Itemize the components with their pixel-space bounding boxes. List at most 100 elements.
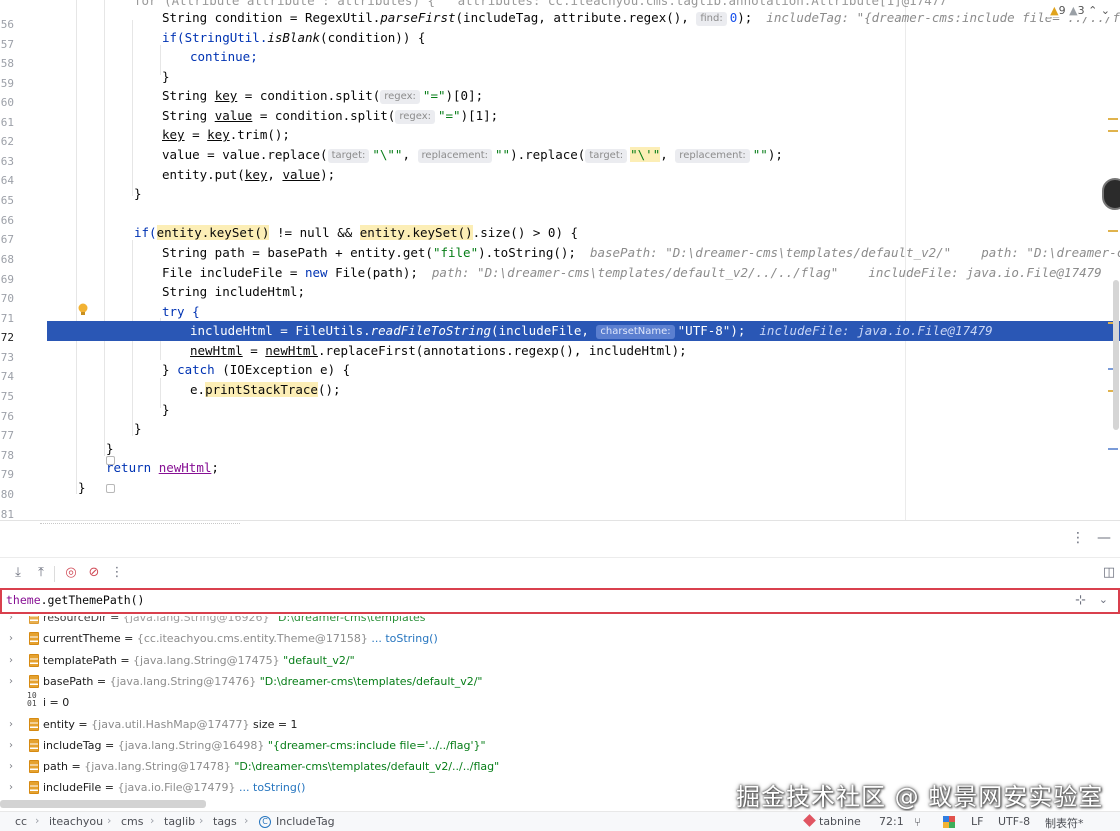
code-line-73[interactable]: newHtml = newHtml.replaceFirst(annotatio… [190, 341, 1108, 361]
expand-chevron-icon[interactable]: › [9, 756, 13, 777]
variable-row[interactable]: 10 01 i = 0 [0, 692, 1120, 713]
breadcrumb-item[interactable]: taglib [164, 815, 195, 828]
chevron-down-icon[interactable]: ⌄ [1099, 593, 1108, 606]
code-editor[interactable]: 56 57 58 59 60 61 62 63 64 65 66 67 68 69 70 71 72 73 74 75… [0, 0, 1120, 520]
git-branch-icon[interactable]: ⑂ [914, 815, 921, 829]
code-line-62[interactable]: key = key.trim(); [162, 125, 1108, 145]
layout-settings-icon[interactable]: ◫ [1100, 564, 1118, 582]
chevron-up-icon[interactable]: ⌃ [1088, 4, 1097, 17]
code-line-74[interactable]: } catch (IOException e) { [162, 360, 1108, 380]
line-number[interactable]: 79 [0, 468, 14, 481]
expand-chevron-icon[interactable]: › [9, 714, 13, 735]
variable-row[interactable]: › resourceDir = {java.lang.String@16926} … [0, 616, 1120, 628]
lightbulb-icon[interactable] [77, 303, 89, 317]
variable-row[interactable]: › includeTag = {java.lang.String@16498} "… [0, 735, 1120, 756]
variable-row[interactable]: › path = {java.lang.String@17478} "D:\dre… [0, 756, 1120, 777]
code-line-64[interactable]: entity.put(key, value); [162, 165, 1108, 185]
mute-breakpoints-icon[interactable]: ⊘ [85, 564, 103, 582]
line-number[interactable]: 73 [0, 351, 14, 364]
expand-chevron-icon[interactable]: › [9, 616, 13, 628]
line-number-gutter[interactable]: 56 57 58 59 60 61 62 63 64 65 66 67 68 69 70 71 72 73 74 75… [0, 0, 46, 520]
line-separator[interactable]: LF [971, 815, 983, 828]
breadcrumb-item[interactable]: cc [15, 815, 27, 828]
line-number[interactable]: 61 [0, 116, 14, 129]
code-line-75[interactable]: e.printStackTrace(); [190, 380, 1108, 400]
breadcrumb-item[interactable]: tags [213, 815, 237, 828]
line-number[interactable]: 59 [0, 77, 14, 90]
more-options-icon[interactable]: ⋮ [1071, 530, 1085, 546]
code-line-79[interactable]: return newHtml; [106, 458, 1108, 478]
code-line-69[interactable]: File includeFile = new File(path); path: … [162, 263, 1108, 283]
line-number[interactable]: 56 [0, 18, 14, 31]
line-number[interactable]: 65 [0, 194, 14, 207]
variable-row[interactable]: › currentTheme = {cc.iteachyou.cms.entity… [0, 628, 1120, 649]
line-number[interactable]: 71 [0, 312, 14, 325]
expand-chevron-icon[interactable]: › [9, 628, 13, 649]
code-line-59[interactable]: } [162, 67, 1108, 87]
code-line-60[interactable]: String key = condition.split(regex: "=")[… [162, 86, 1108, 106]
editor-scrollbar-thumb[interactable] [1113, 280, 1119, 430]
variable-row[interactable]: › templatePath = {java.lang.String@17475}… [0, 650, 1120, 671]
code-line-80[interactable]: } [78, 478, 1108, 498]
line-number[interactable]: 60 [0, 96, 14, 109]
code-line-65[interactable]: } [134, 184, 1108, 204]
download-icon[interactable]: ⤓ [9, 564, 27, 582]
fold-marker-icon[interactable] [106, 484, 115, 493]
code-line-56[interactable]: String condition = RegexUtil.parseFirst(… [162, 8, 1120, 28]
code-line-63[interactable]: value = value.replace(target: "\"", repla… [162, 145, 1108, 165]
variable-row[interactable]: › basePath = {java.lang.String@17476} "D:… [0, 671, 1120, 692]
code-line-57[interactable]: if(StringUtil.isBlank(condition)) { [162, 28, 1108, 48]
line-number[interactable]: 74 [0, 370, 14, 383]
line-number[interactable]: 76 [0, 410, 14, 423]
code-line-61[interactable]: String value = condition.split(regex: "="… [162, 106, 1108, 126]
upload-icon[interactable]: ⤒ [32, 564, 50, 582]
line-number[interactable]: 58 [0, 57, 14, 70]
inspection-widget[interactable]: ▲9 ▲3 ⌃ ⌄ [1046, 4, 1114, 17]
add-to-watches-icon[interactable]: ⊹ [1075, 593, 1086, 608]
indent-setting[interactable]: 制表符* [1045, 815, 1084, 831]
breadcrumb-item[interactable]: cms [121, 815, 144, 828]
evaluate-expression-input[interactable]: theme.getThemePath() ⊹ ⌄ [0, 588, 1120, 614]
expand-chevron-icon[interactable]: › [9, 650, 13, 671]
line-number[interactable]: 80 [0, 488, 14, 501]
minimize-icon[interactable]: — [1097, 530, 1111, 546]
code-line-78[interactable]: } [106, 439, 1108, 459]
code-line-68[interactable]: String path = basePath + entity.get("fil… [162, 243, 1120, 263]
floating-assistant-button[interactable] [1102, 178, 1120, 210]
code-line-77[interactable]: } [134, 419, 1108, 439]
breadcrumb-item[interactable]: IncludeTag [276, 815, 335, 828]
breadcrumb-item[interactable]: iteachyou [49, 815, 103, 828]
code-line-71[interactable]: try { [162, 302, 1108, 322]
line-number[interactable]: 64 [0, 174, 14, 187]
line-number[interactable]: 77 [0, 429, 14, 442]
variable-value[interactable]: ... toString() [371, 632, 437, 645]
editor-scrollbar-markers[interactable] [1106, 0, 1120, 520]
more-options-icon[interactable]: ⋮ [108, 564, 126, 582]
line-number[interactable]: 62 [0, 135, 14, 148]
file-encoding[interactable]: UTF-8 [998, 815, 1030, 828]
line-number[interactable]: 63 [0, 155, 14, 168]
expand-chevron-icon[interactable]: › [9, 735, 13, 756]
line-number[interactable]: 70 [0, 292, 14, 305]
line-number[interactable]: 78 [0, 449, 14, 462]
line-number[interactable]: 68 [0, 253, 14, 266]
line-number[interactable]: 81 [0, 508, 14, 520]
line-number[interactable]: 66 [0, 214, 14, 227]
code-line-72-current[interactable]: includeHtml = FileUtils.readFileToString… [47, 321, 1120, 341]
caret-position[interactable]: 72:1 [879, 815, 904, 828]
code-line-58[interactable]: continue; [190, 47, 1108, 67]
variable-row[interactable]: › entity = {java.util.HashMap@17477} size… [0, 714, 1120, 735]
line-number[interactable]: 67 [0, 233, 14, 246]
expand-chevron-icon[interactable]: › [9, 777, 13, 798]
variable-value[interactable]: ... toString() [239, 781, 305, 794]
variables-tree[interactable]: › resourceDir = {java.lang.String@16926} … [0, 616, 1120, 798]
code-line-67[interactable]: if(entity.keySet() != null && entity.key… [134, 223, 1108, 243]
variables-horizontal-scrollbar[interactable] [0, 800, 206, 808]
tabnine-widget[interactable]: tabnine [803, 814, 861, 828]
expand-chevron-icon[interactable]: › [9, 671, 13, 692]
app-grid-icon[interactable] [943, 816, 955, 828]
line-number[interactable]: 75 [0, 390, 14, 403]
line-number[interactable]: 69 [0, 273, 14, 286]
fold-marker-icon[interactable] [106, 456, 115, 465]
view-breakpoints-icon[interactable]: ◎ [62, 564, 80, 582]
